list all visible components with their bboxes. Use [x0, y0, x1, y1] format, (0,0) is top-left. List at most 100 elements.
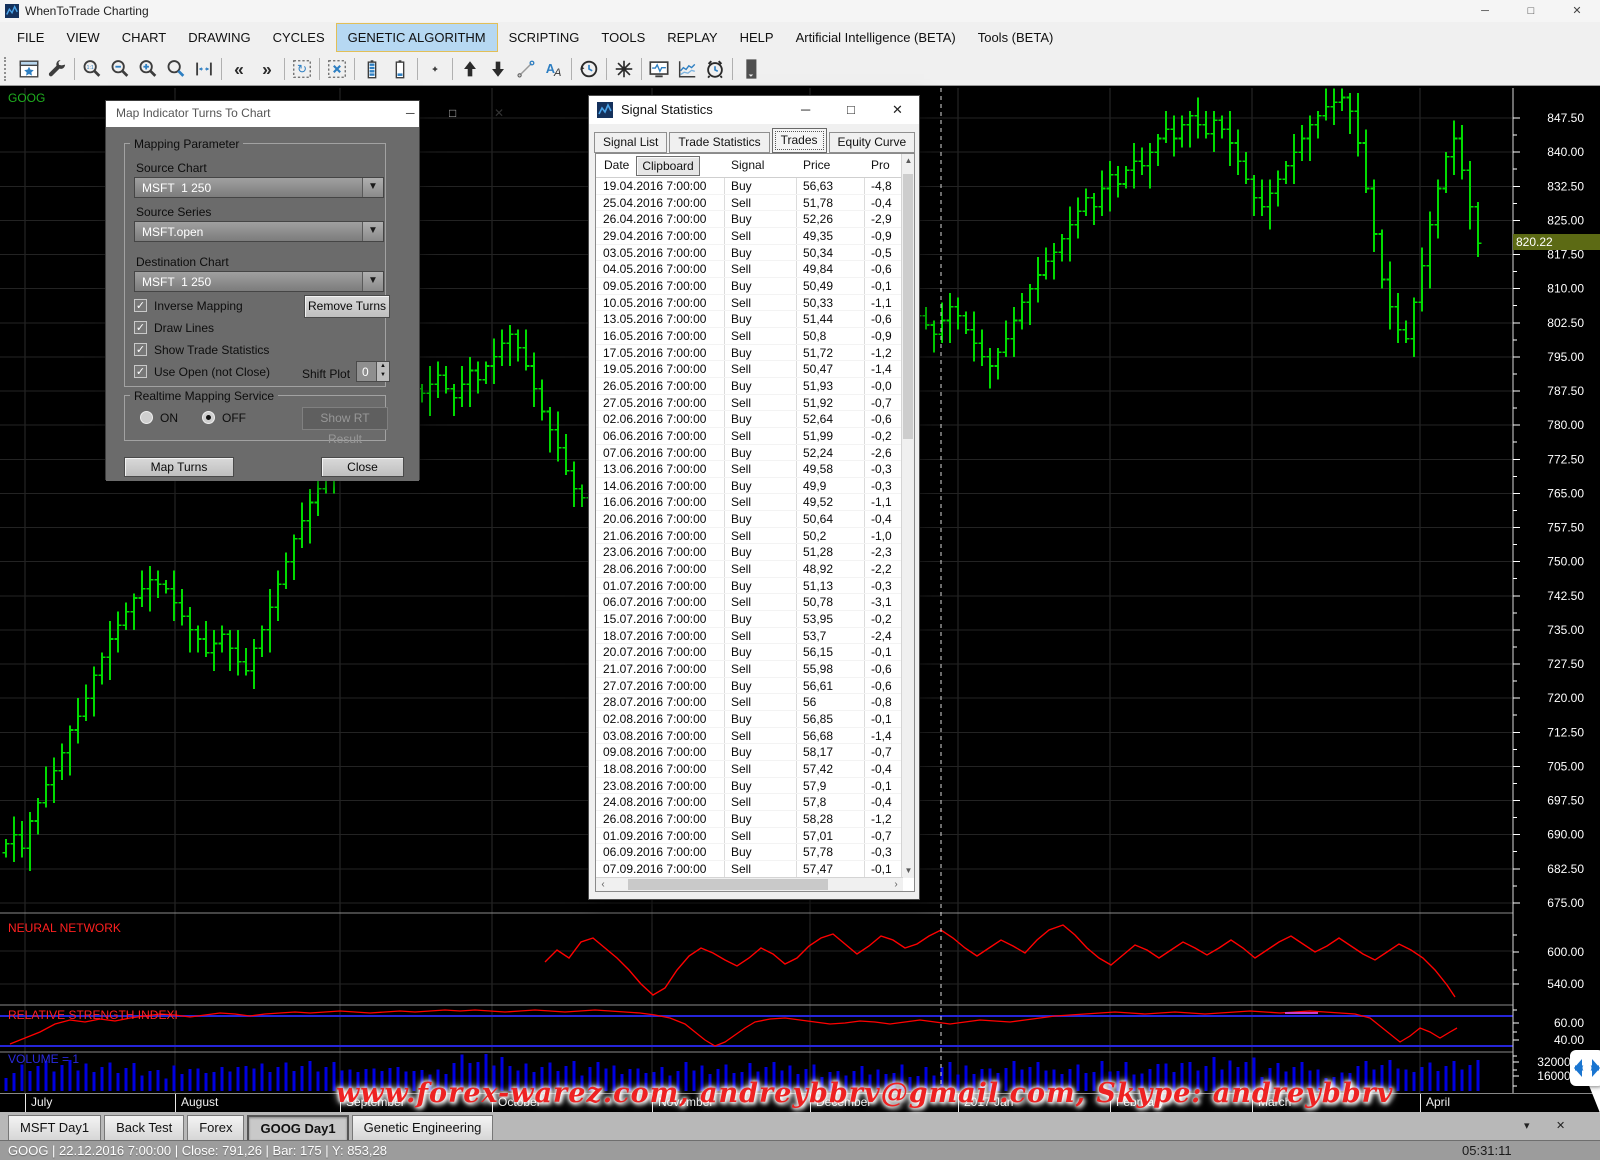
tab-genetic-engineering[interactable]: Genetic Engineering [352, 1115, 494, 1140]
trade-row[interactable]: 10.05.2016 7:00:00Sell50,33-1,1 [596, 295, 903, 312]
menu-item-replay[interactable]: REPLAY [656, 23, 728, 52]
radio-on[interactable] [140, 411, 153, 424]
trade-row[interactable]: 06.07.2016 7:00:00Sell50,78-3,1 [596, 594, 903, 611]
col-date[interactable]: Date [604, 158, 629, 172]
trade-row[interactable]: 07.06.2016 7:00:00Buy52,24-2,6 [596, 445, 903, 462]
trade-row[interactable]: 19.04.2016 7:00:00Buy56,63-4,8 [596, 178, 903, 195]
signal-tab-trade-statistics[interactable]: Trade Statistics [669, 132, 769, 153]
trade-row[interactable]: 18.07.2016 7:00:00Sell53,7-2,4 [596, 628, 903, 645]
spider-icon[interactable] [610, 55, 638, 83]
shift-plot-stepper[interactable]: 0 ▲▼ [356, 361, 390, 382]
menu-item-chart[interactable]: CHART [111, 23, 178, 52]
battery-full-icon[interactable] [358, 55, 386, 83]
menu-item-view[interactable]: VIEW [55, 23, 110, 52]
zoom-out-icon[interactable] [106, 55, 134, 83]
source-chart-select[interactable]: MSFT 1 250▼ [134, 177, 384, 198]
trade-row[interactable]: 06.06.2016 7:00:00Sell51,99-0,2 [596, 428, 903, 445]
trade-row[interactable]: 21.07.2016 7:00:00Sell55,98-0,6 [596, 661, 903, 678]
col-price[interactable]: Price [803, 158, 830, 172]
trade-row[interactable]: 01.07.2016 7:00:00Buy51,13-0,3 [596, 578, 903, 595]
trade-row[interactable]: 01.09.2016 7:00:00Sell57,01-0,7 [596, 828, 903, 845]
scroll-down-icon[interactable]: ▼ [902, 864, 915, 878]
skip-forward-icon[interactable]: » [253, 55, 281, 83]
trade-row[interactable]: 23.08.2016 7:00:00Buy57,9-0,1 [596, 778, 903, 795]
window-close-button[interactable]: ✕ [1554, 0, 1600, 22]
trade-row[interactable]: 09.05.2016 7:00:00Buy50,49-0,1 [596, 278, 903, 295]
trade-row[interactable]: 02.06.2016 7:00:00Buy52,64-0,6 [596, 411, 903, 428]
trade-row[interactable]: 28.06.2016 7:00:00Sell48,92-2,2 [596, 561, 903, 578]
destination-chart-select[interactable]: MSFT 1 250▼ [134, 271, 384, 292]
overflow-icon[interactable] [736, 55, 764, 83]
trade-row[interactable]: 21.06.2016 7:00:00Sell50,2-1,0 [596, 528, 903, 545]
trade-row[interactable]: 16.05.2016 7:00:00Sell50,8-0,9 [596, 328, 903, 345]
menu-item-tools[interactable]: TOOLS [590, 23, 656, 52]
radio-off[interactable] [202, 411, 215, 424]
signal-tab-equity-curve[interactable]: Equity Curve [829, 132, 916, 153]
menu-item-cycles[interactable]: CYCLES [262, 23, 336, 52]
scroll-up-icon[interactable]: ▲ [902, 154, 915, 168]
trade-row[interactable]: 16.06.2016 7:00:00Sell49,52-1,1 [596, 494, 903, 511]
vertical-scroll-thumb[interactable] [903, 174, 913, 439]
wrench-icon[interactable] [43, 55, 71, 83]
map-maximize-button[interactable]: □ [449, 106, 456, 120]
trade-row[interactable]: 29.04.2016 7:00:00Sell49,35-0,9 [596, 228, 903, 245]
signal-minimize-button[interactable]: ─ [801, 102, 810, 117]
battery-empty-icon[interactable] [386, 55, 414, 83]
vertical-scrollbar[interactable]: ▲ ▼ [901, 154, 914, 878]
menu-item-scripting[interactable]: SCRIPTING [498, 23, 591, 52]
trade-row[interactable]: 26.05.2016 7:00:00Buy51,93-0,0 [596, 378, 903, 395]
checkbox-draw-lines[interactable]: ✓ [134, 321, 147, 334]
remote-control-icon[interactable] [1570, 1050, 1600, 1086]
trade-row[interactable]: 26.08.2016 7:00:00Buy58,28-1,2 [596, 811, 903, 828]
scroll-right-icon[interactable]: › [889, 878, 903, 892]
horizontal-scroll-thumb[interactable] [628, 879, 828, 890]
trade-row[interactable]: 06.09.2016 7:00:00Buy57,78-0,3 [596, 844, 903, 861]
trade-row[interactable]: 13.06.2016 7:00:00Sell49,58-0,3 [596, 461, 903, 478]
trade-row[interactable]: 25.04.2016 7:00:00Sell51,78-0,4 [596, 195, 903, 212]
signal-close-button[interactable]: ✕ [892, 102, 903, 118]
signal-tab-trades[interactable]: Trades [772, 128, 827, 153]
zoom-actual-icon[interactable]: 1:1 [78, 55, 106, 83]
source-series-select[interactable]: MSFT.open▼ [134, 221, 384, 242]
trade-row[interactable]: 20.07.2016 7:00:00Buy56,15-0,1 [596, 644, 903, 661]
menu-item-artificial-intelligence-beta[interactable]: Artificial Intelligence (BETA) [785, 23, 967, 52]
map-dialog-titlebar[interactable]: Map Indicator Turns To Chart ─ □ ✕ [106, 101, 419, 127]
tab-goog-day1[interactable]: GOOG Day1 [247, 1115, 348, 1140]
trade-row[interactable]: 17.05.2016 7:00:00Buy51,72-1,2 [596, 345, 903, 362]
col-signal[interactable]: Signal [731, 158, 764, 172]
trade-row[interactable]: 09.08.2016 7:00:00Buy58,17-0,7 [596, 744, 903, 761]
trade-row[interactable]: 23.06.2016 7:00:00Buy51,28-2,3 [596, 544, 903, 561]
clipboard-button[interactable]: Clipboard [636, 156, 700, 176]
remove-turns-button[interactable]: Remove Turns [304, 295, 390, 318]
window-star-icon[interactable] [15, 55, 43, 83]
map-close-button[interactable]: ✕ [494, 106, 504, 120]
col-profit[interactable]: Pro [871, 158, 890, 172]
skip-back-icon[interactable]: « [225, 55, 253, 83]
arrow-up-icon[interactable] [456, 55, 484, 83]
monitor-pulse-icon[interactable] [645, 55, 673, 83]
menu-item-tools-beta[interactable]: Tools (BETA) [967, 23, 1065, 52]
map-minimize-button[interactable]: ─ [406, 106, 415, 120]
tab-back-test[interactable]: Back Test [104, 1115, 184, 1140]
trade-row[interactable]: 24.08.2016 7:00:00Sell57,8-0,4 [596, 794, 903, 811]
scroll-left-icon[interactable]: ‹ [596, 878, 610, 892]
tab-msft-day1[interactable]: MSFT Day1 [8, 1115, 101, 1140]
trade-row[interactable]: 19.05.2016 7:00:00Sell50,47-1,4 [596, 361, 903, 378]
window-minimize-button[interactable]: ─ [1462, 0, 1508, 22]
trade-row[interactable]: 15.07.2016 7:00:00Buy53,95-0,2 [596, 611, 903, 628]
stepper-arrows-icon[interactable]: ▲▼ [376, 362, 389, 381]
menu-item-drawing[interactable]: DRAWING [177, 23, 261, 52]
trade-row[interactable]: 27.07.2016 7:00:00Buy56,61-0,6 [596, 678, 903, 695]
checkbox-show-trade-statistics[interactable]: ✓ [134, 343, 147, 356]
tab-forex[interactable]: Forex [187, 1115, 244, 1140]
alarm-clock-icon[interactable] [701, 55, 729, 83]
checkbox-inverse-mapping[interactable]: ✓ [134, 299, 147, 312]
trade-row[interactable]: 03.05.2016 7:00:00Buy50,34-0,5 [596, 245, 903, 262]
window-maximize-button[interactable]: □ [1508, 0, 1554, 22]
plus-small-icon[interactable] [421, 55, 449, 83]
signal-tab-signal-list[interactable]: Signal List [594, 132, 667, 153]
map-close-action-button[interactable]: Close [321, 457, 404, 477]
tabstrip-close-icon[interactable]: ✕ [1556, 1119, 1565, 1132]
trade-row[interactable]: 20.06.2016 7:00:00Buy50,64-0,4 [596, 511, 903, 528]
checkbox-use-open-not-close[interactable]: ✓ [134, 365, 147, 378]
